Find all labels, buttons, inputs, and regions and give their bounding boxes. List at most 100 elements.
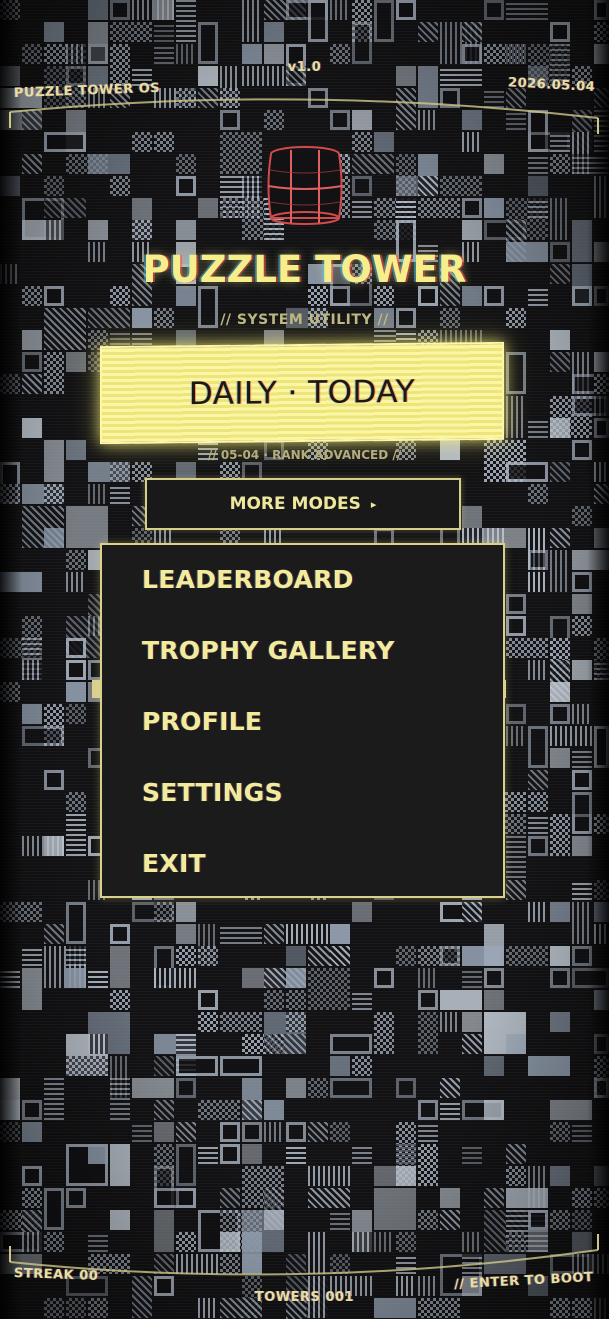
background-tile <box>88 484 108 504</box>
background-tile <box>264 110 284 130</box>
background-tile <box>154 1210 174 1252</box>
daily-play-button[interactable]: DAILY · TODAY <box>100 341 504 445</box>
background-tile <box>176 902 196 922</box>
background-tile <box>0 682 20 702</box>
background-tile <box>66 352 86 372</box>
background-tile <box>88 220 108 240</box>
background-tile <box>176 176 196 196</box>
background-tile <box>330 110 350 130</box>
background-tile <box>110 22 152 42</box>
background-tile <box>264 1034 306 1054</box>
background-tile <box>66 968 86 988</box>
background-tile <box>66 506 108 548</box>
background-tile <box>286 946 306 966</box>
background-tile <box>506 946 548 966</box>
background-tile <box>352 22 372 64</box>
menu-item-trophy-gallery[interactable]: TROPHY GALLERY <box>142 636 395 665</box>
background-tile <box>22 374 42 394</box>
background-tile <box>594 22 609 42</box>
background-tile <box>396 198 416 218</box>
background-tile <box>66 638 86 658</box>
background-tile <box>66 814 86 856</box>
background-tile <box>594 110 609 152</box>
background-tile <box>418 990 438 1010</box>
background-tile <box>440 1188 460 1208</box>
background-tile <box>594 352 609 372</box>
background-tile <box>220 1056 262 1076</box>
menu-item-leaderboard[interactable]: LEADERBOARD <box>142 565 354 594</box>
background-tile <box>66 946 86 966</box>
background-tile <box>418 176 438 196</box>
background-tile <box>528 814 548 834</box>
background-tile <box>308 1232 328 1274</box>
background-tile <box>198 946 218 966</box>
background-tile <box>242 1100 262 1120</box>
background-tile <box>352 110 372 130</box>
background-tile <box>264 1100 284 1120</box>
menu-item-exit[interactable]: EXIT <box>142 849 206 878</box>
background-tile <box>484 88 504 108</box>
background-tile <box>66 660 86 680</box>
background-tile <box>22 352 42 372</box>
background-tile <box>66 1188 86 1208</box>
background-tile <box>484 198 504 218</box>
background-tile <box>484 1100 504 1120</box>
background-tile <box>308 1188 350 1208</box>
background-tile <box>374 968 394 988</box>
background-tile <box>176 1056 218 1076</box>
background-tile <box>594 924 609 944</box>
background-tile <box>594 418 609 438</box>
background-tile <box>572 748 592 768</box>
background-tile <box>44 22 64 42</box>
background-tile <box>418 968 438 988</box>
background-tile <box>0 374 20 394</box>
background-tile <box>44 528 64 548</box>
background-tile <box>572 704 592 724</box>
background-tile <box>220 1012 262 1032</box>
menu-item-profile[interactable]: PROFILE <box>142 707 262 736</box>
background-tile <box>484 1254 526 1274</box>
background-tile <box>352 1232 372 1252</box>
background-tile <box>352 198 372 218</box>
background-tile <box>594 462 609 482</box>
background-tile <box>44 770 64 790</box>
background-tile <box>330 1078 372 1098</box>
background-tile <box>484 1188 504 1208</box>
background-tile <box>594 176 609 218</box>
background-tile <box>528 726 548 768</box>
background-tile <box>352 154 394 174</box>
background-tile <box>110 462 130 482</box>
background-tile <box>176 946 196 966</box>
background-tile <box>572 1188 592 1208</box>
background-tile <box>154 902 174 922</box>
background-tile <box>220 110 240 130</box>
background-tile <box>22 660 42 680</box>
background-tile <box>22 110 42 130</box>
background-tile <box>550 132 570 152</box>
background-tile <box>528 1056 570 1076</box>
background-tile <box>418 198 460 218</box>
background-tile <box>220 924 262 944</box>
more-modes-button[interactable]: MORE MODES ▸ <box>145 478 461 530</box>
background-tile <box>176 88 196 108</box>
background-tile <box>594 814 609 834</box>
menu-item-settings[interactable]: SETTINGS <box>142 778 283 807</box>
background-tile <box>440 946 460 966</box>
background-tile <box>374 132 394 152</box>
game-subtitle: // SYSTEM UTILITY // <box>220 312 389 328</box>
background-tile <box>132 1078 174 1098</box>
background-tile <box>44 352 64 394</box>
background-tile <box>154 22 174 42</box>
background-tile <box>462 1034 482 1054</box>
background-tile <box>242 0 262 42</box>
background-tile <box>484 990 504 1010</box>
background-tile <box>528 198 548 218</box>
background-tile <box>396 1166 416 1186</box>
background-tile <box>506 1188 548 1208</box>
background-tile <box>506 836 526 878</box>
background-tile <box>462 22 482 42</box>
background-tile <box>572 550 609 570</box>
background-tile <box>330 924 350 944</box>
background-tile <box>286 1122 306 1142</box>
background-tile <box>418 110 438 130</box>
